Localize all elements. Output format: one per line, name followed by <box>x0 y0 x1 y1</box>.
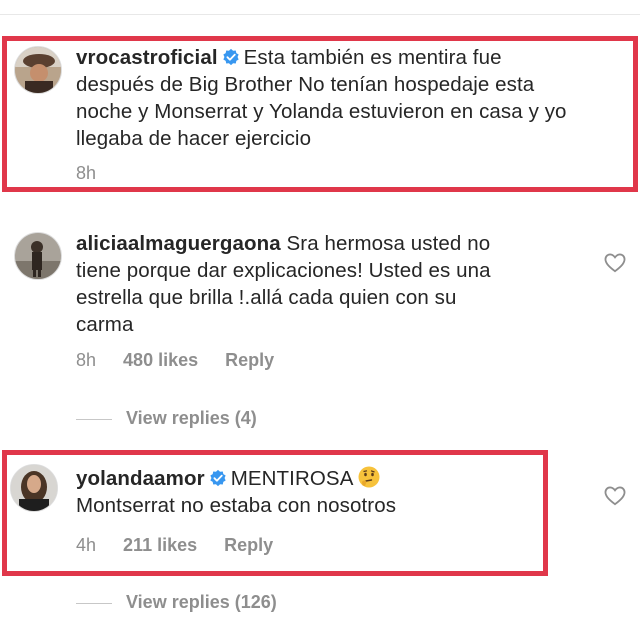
view-replies-button[interactable]: View replies (126) <box>76 592 277 613</box>
comment-text-line-4: carma <box>76 313 134 336</box>
reply-button[interactable]: Reply <box>225 350 274 370</box>
replies-divider <box>76 602 112 604</box>
comment-meta: 8h 480 likes Reply <box>76 350 296 371</box>
like-heart-icon[interactable] <box>604 486 626 506</box>
view-replies-button[interactable]: View replies (4) <box>76 408 257 429</box>
view-replies-label: View replies (4) <box>126 408 257 428</box>
comment-body: aliciaalmaguergaona Sra hermosa usted no… <box>76 230 576 338</box>
highlight-box <box>2 450 548 576</box>
view-replies-label: View replies (126) <box>126 592 277 612</box>
comment-text-line-1: Sra hermosa usted no <box>286 232 491 255</box>
comment-text-line-2: tiene porque dar explicaciones! Usted es… <box>76 259 491 282</box>
like-heart-icon[interactable] <box>604 253 626 273</box>
top-divider <box>0 0 640 22</box>
highlight-box <box>2 36 638 192</box>
username[interactable]: aliciaalmaguergaona <box>76 232 281 255</box>
comment-text-line-3: estrella que brilla !.allá cada quien co… <box>76 286 457 309</box>
avatar[interactable] <box>14 232 62 280</box>
comment-likes[interactable]: 480 likes <box>123 350 198 370</box>
replies-divider <box>76 418 112 420</box>
comment-time: 8h <box>76 350 97 370</box>
